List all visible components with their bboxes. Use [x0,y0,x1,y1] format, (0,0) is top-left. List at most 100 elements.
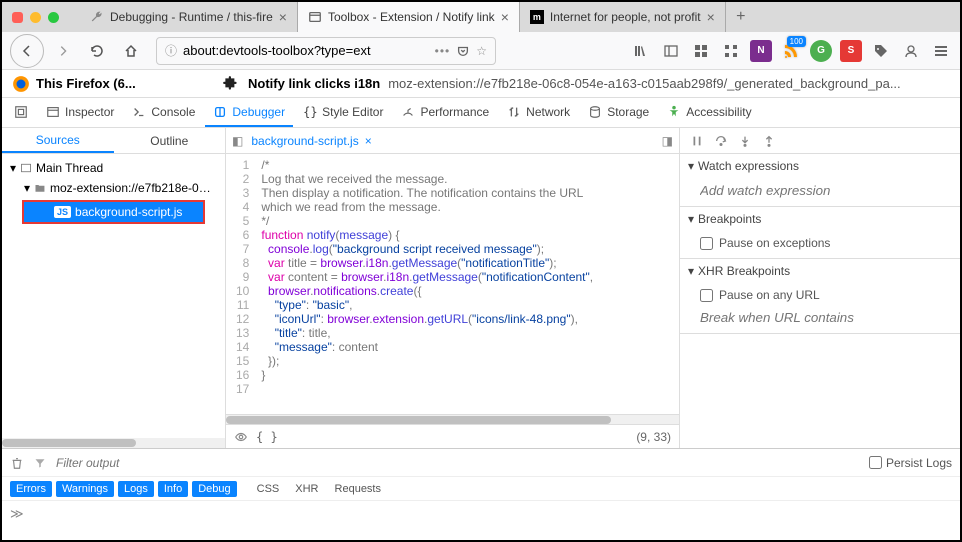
close-icon[interactable]: × [279,9,287,25]
tab-title: Toolbox - Extension / Notify link [328,10,495,24]
close-window-icon[interactable] [12,12,23,23]
smartsheet-icon[interactable]: S [840,40,862,62]
tree-extension[interactable]: ▾moz-extension://e7fb218e-06c8 [2,178,225,198]
outline-tab[interactable]: Outline [114,128,226,153]
filter-xhr[interactable]: XHR [289,481,324,497]
braces-icon[interactable]: { } [256,430,278,444]
grammarly-icon[interactable]: G [810,40,832,62]
grid-icon[interactable] [690,40,712,62]
tab-toolbox[interactable]: Toolbox - Extension / Notify link × [298,2,520,32]
debug-controls [680,128,960,154]
tab-performance[interactable]: Performance [393,98,497,127]
window-icon [20,162,32,174]
file-tab[interactable]: background-script.js× [251,134,371,148]
cursor-position: (9, 33) [636,430,671,444]
window-icon [308,10,322,24]
tab-storage[interactable]: Storage [580,98,657,127]
back-button[interactable] [10,34,44,68]
editor-panel: ◧ background-script.js× ◨ 12345678910111… [226,128,680,448]
pocket-icon[interactable] [456,44,470,58]
tab-debugging[interactable]: Debugging - Runtime / this-fire × [80,2,298,32]
console-input[interactable]: ≫ [2,501,960,527]
console-toolbar: Persist Logs [2,449,960,477]
context-bar: This Firefox (6... Notify link clicks i1… [2,70,960,98]
browser-tabs: Debugging - Runtime / this-fire × Toolbo… [80,2,950,32]
breakpoints-header[interactable]: ▾Breakpoints [680,207,960,231]
toggle-sources-icon[interactable]: ◧ [232,134,243,148]
url-bar[interactable]: ⓘ ••• ☆ [156,37,496,65]
horizontal-scrollbar[interactable] [226,414,679,424]
tab-inspector[interactable]: Inspector [38,98,122,127]
tab-mozilla[interactable]: m Internet for people, not profit × [520,2,726,32]
watch-input[interactable] [700,183,952,198]
filter-debug[interactable]: Debug [192,481,236,497]
toggle-right-icon[interactable]: ◨ [662,134,673,148]
break-url-input[interactable] [700,310,952,325]
tab-accessibility[interactable]: Accessibility [659,98,759,127]
tab-console[interactable]: Console [124,98,203,127]
feed-icon[interactable]: 100 [780,40,802,62]
url-input[interactable] [183,43,429,58]
filter-css[interactable]: CSS [251,481,286,497]
xhr-header[interactable]: ▾XHR Breakpoints [680,259,960,283]
chevron-down-icon: ▾ [24,181,30,195]
filter-errors[interactable]: Errors [10,481,52,497]
filter-requests[interactable]: Requests [329,481,387,497]
watch-header[interactable]: ▾Watch expressions [680,154,960,178]
tab-debugger[interactable]: Debugger [205,98,293,127]
runtime-label: This Firefox (6... [2,75,212,93]
info-icon[interactable]: ⓘ [165,42,177,59]
tab-title: Debugging - Runtime / this-fire [110,10,273,24]
library-icon[interactable] [630,40,652,62]
folder-icon [34,182,46,194]
forward-button[interactable] [48,36,78,66]
tree-main-thread[interactable]: ▾Main Thread [2,158,225,178]
console-split: Persist Logs Errors Warnings Logs Info D… [2,448,960,527]
extension-context: Notify link clicks i18n moz-extension://… [212,75,960,93]
step-in-icon[interactable] [738,134,752,148]
sidebar-icon[interactable] [660,40,682,62]
close-icon[interactable]: × [501,9,509,25]
maximize-window-icon[interactable] [48,12,59,23]
prompt-icon: ≫ [10,506,24,522]
trash-icon[interactable] [10,456,24,470]
step-over-icon[interactable] [714,134,728,148]
reload-button[interactable] [82,36,112,66]
eye-icon[interactable] [234,430,248,444]
tab-title: Internet for people, not profit [550,10,701,24]
toolbar-icons: N 100 G S [630,40,952,62]
home-button[interactable] [116,36,146,66]
iframe-picker[interactable] [6,98,36,127]
minimize-window-icon[interactable] [30,12,41,23]
persist-logs-checkbox[interactable]: Persist Logs [869,456,952,470]
filter-warnings[interactable]: Warnings [56,481,114,497]
menu-icon[interactable] [930,40,952,62]
filter-logs[interactable]: Logs [118,481,154,497]
star-icon[interactable]: ☆ [476,44,487,58]
debug-sidebar: ▾Watch expressions ▾Breakpoints Pause on… [680,128,960,448]
tab-network[interactable]: Network [499,98,578,127]
close-icon[interactable]: × [365,134,372,148]
step-out-icon[interactable] [762,134,776,148]
addon-icon[interactable] [720,40,742,62]
tag-icon[interactable] [870,40,892,62]
tree-file-selected[interactable]: JSbackground-script.js [24,202,203,222]
pause-url-checkbox[interactable]: Pause on any URL [700,288,952,302]
close-icon[interactable]: × [707,9,715,25]
extension-url: moz-extension://e7fb218e-06c8-054e-a163-… [388,76,900,91]
tab-style-editor[interactable]: {}Style Editor [295,98,391,127]
sources-tab[interactable]: Sources [2,128,114,153]
code-body[interactable]: /* Log that we received the message. The… [255,154,599,414]
resume-icon[interactable] [690,134,704,148]
filter-info[interactable]: Info [158,481,188,497]
chevron-down-icon: ▾ [10,161,16,175]
filter-input[interactable] [56,456,156,470]
pause-exceptions-checkbox[interactable]: Pause on exceptions [700,236,952,250]
new-tab-button[interactable]: + [726,2,756,32]
braces-icon: {} [303,105,317,119]
horizontal-scrollbar[interactable] [2,438,225,448]
more-icon[interactable]: ••• [435,44,451,58]
onenote-icon[interactable]: N [750,40,772,62]
code-editor[interactable]: 1234567891011121314151617 /* Log that we… [226,154,679,414]
account-icon[interactable] [900,40,922,62]
